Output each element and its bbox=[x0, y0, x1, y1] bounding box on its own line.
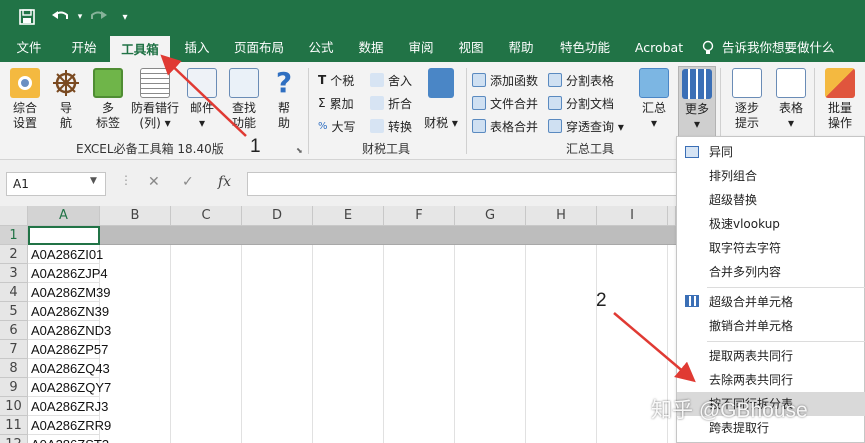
arrow-to-menu-item bbox=[613, 312, 696, 383]
excel-window: ▾ ▾ 文件 开始 工具箱 插入 页面布局 公式 数据 审阅 视图 帮助 特色功… bbox=[0, 0, 865, 443]
annotation-number-2: 2 bbox=[596, 290, 607, 311]
watermark: 知乎 @GBhouse bbox=[651, 399, 808, 422]
arrow-to-toolbox-tab bbox=[160, 54, 247, 137]
annotation-arrows bbox=[160, 54, 696, 383]
annotation-number-1: 1 bbox=[250, 136, 261, 157]
